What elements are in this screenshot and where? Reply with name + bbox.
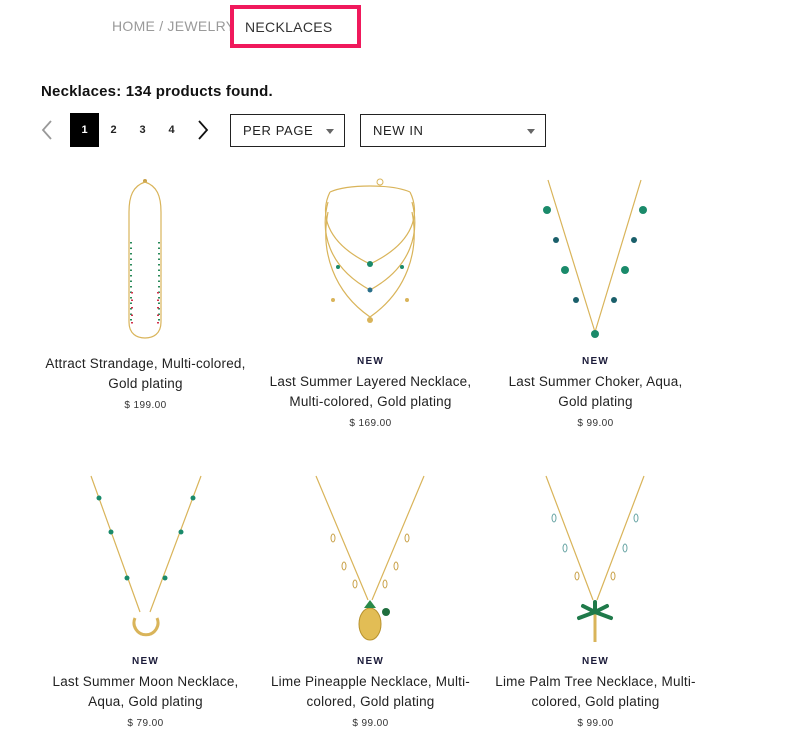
- sort-label: NEW IN: [373, 123, 424, 138]
- product-name-line: Gold plating: [558, 394, 633, 409]
- product-name[interactable]: Last Summer Layered Necklace, Multi-colo…: [258, 372, 483, 412]
- chevron-right-icon: [198, 120, 209, 140]
- product-image[interactable]: [33, 472, 258, 647]
- product-price: $ 199.00: [124, 400, 167, 411]
- product-price: $ 99.00: [577, 418, 614, 429]
- product-name-line: Aqua, Gold plating: [88, 694, 203, 709]
- results-count: Necklaces: 134 products found.: [41, 83, 273, 100]
- product-price: $ 169.00: [349, 418, 392, 429]
- product-image[interactable]: [258, 472, 483, 647]
- product-card[interactable]: NEW Last Summer Moon Necklace, Aqua, Gol…: [33, 472, 258, 729]
- product-badge: NEW: [582, 656, 609, 667]
- sort-select[interactable]: NEW IN: [360, 114, 546, 147]
- product-price: $ 99.00: [577, 718, 614, 729]
- pagination: 1 2 3 4: [36, 113, 214, 147]
- product-name-line: Last Summer Choker, Aqua,: [508, 374, 683, 389]
- product-name[interactable]: Lime Pineapple Necklace, Multi- colored,…: [258, 672, 483, 712]
- per-page-label: PER PAGE: [243, 123, 314, 138]
- product-badge: NEW: [357, 356, 384, 367]
- product-image[interactable]: [483, 172, 708, 347]
- product-name-line: Lime Palm Tree Necklace, Multi-: [495, 674, 696, 689]
- product-name-line: Last Summer Layered Necklace,: [269, 374, 472, 389]
- product-image[interactable]: [33, 172, 258, 347]
- product-badge: NEW: [582, 356, 609, 367]
- product-name-line: Attract Strandage, Multi-colored,: [45, 356, 246, 371]
- per-page-select[interactable]: PER PAGE: [230, 114, 345, 147]
- product-name[interactable]: Last Summer Choker, Aqua, Gold plating: [483, 372, 708, 412]
- breadcrumb: HOME / JEWELRY: [112, 18, 235, 34]
- product-name-line: Multi-colored, Gold plating: [289, 394, 452, 409]
- caret-down-icon: [326, 129, 334, 134]
- product-badge: NEW: [132, 656, 159, 667]
- prev-page-button[interactable]: [36, 113, 58, 147]
- product-name[interactable]: Attract Strandage, Multi-colored, Gold p…: [33, 354, 258, 394]
- page-4-button[interactable]: 4: [157, 113, 186, 147]
- page-3-button[interactable]: 3: [128, 113, 157, 147]
- product-badge: NEW: [357, 656, 384, 667]
- product-card[interactable]: NEW Lime Pineapple Necklace, Multi- colo…: [258, 472, 483, 729]
- product-price: $ 99.00: [352, 718, 389, 729]
- breadcrumb-separator: /: [159, 18, 164, 34]
- product-name-line: Last Summer Moon Necklace,: [52, 674, 239, 689]
- chevron-left-icon: [41, 120, 52, 140]
- caret-down-icon: [527, 129, 535, 134]
- product-name-line: colored, Gold plating: [531, 694, 660, 709]
- product-card[interactable]: NEW Last Summer Choker, Aqua, Gold plati…: [483, 172, 708, 429]
- product-card[interactable]: NEW Lime Palm Tree Necklace, Multi- colo…: [483, 472, 708, 729]
- product-price: $ 79.00: [127, 718, 164, 729]
- next-page-button[interactable]: [192, 113, 214, 147]
- product-image[interactable]: [258, 172, 483, 347]
- page-2-button[interactable]: 2: [99, 113, 128, 147]
- product-name-line: colored, Gold plating: [306, 694, 435, 709]
- product-card[interactable]: NEW Last Summer Layered Necklace, Multi-…: [258, 172, 483, 429]
- product-name-line: Gold plating: [108, 376, 183, 391]
- product-name[interactable]: Last Summer Moon Necklace, Aqua, Gold pl…: [33, 672, 258, 712]
- breadcrumb-jewelry[interactable]: JEWELRY: [167, 18, 235, 34]
- breadcrumb-home[interactable]: HOME: [112, 18, 155, 34]
- product-card[interactable]: Attract Strandage, Multi-colored, Gold p…: [33, 172, 258, 411]
- product-image[interactable]: [483, 472, 708, 647]
- product-name[interactable]: Lime Palm Tree Necklace, Multi- colored,…: [483, 672, 708, 712]
- product-name-line: Lime Pineapple Necklace, Multi-: [270, 674, 471, 689]
- page-1-button[interactable]: 1: [70, 113, 99, 147]
- breadcrumb-current: NECKLACES: [230, 5, 361, 48]
